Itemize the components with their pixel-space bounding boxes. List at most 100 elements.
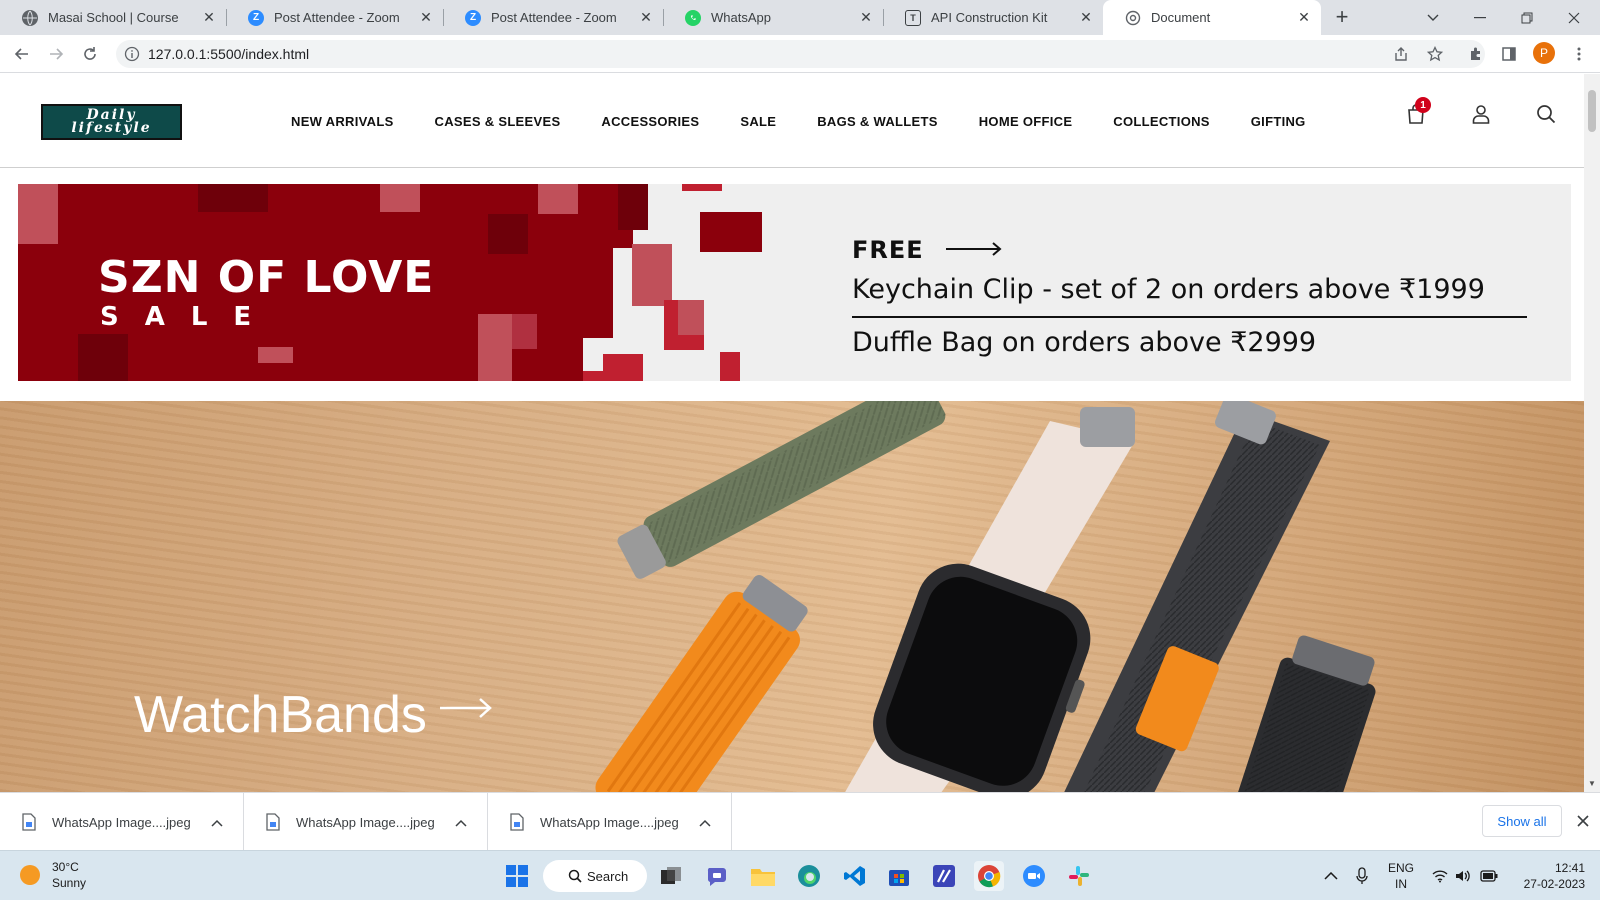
nav-sale[interactable]: SALE — [740, 114, 776, 129]
file-icon — [266, 813, 280, 831]
browser-tab-active[interactable]: Document ✕ — [1103, 0, 1321, 35]
side-panel-icon[interactable] — [1497, 42, 1521, 66]
show-all-downloads-button[interactable]: Show all — [1482, 805, 1562, 837]
globe-icon — [22, 9, 38, 26]
nav-new-arrivals[interactable]: NEW ARRIVALS — [291, 114, 394, 129]
hero-banner[interactable]: WatchBands — [0, 401, 1584, 792]
tab-close-icon[interactable]: ✕ — [1079, 10, 1093, 24]
windows-start-icon[interactable] — [502, 861, 532, 891]
decor-block — [512, 314, 537, 349]
tab-search-icon[interactable] — [1410, 0, 1456, 35]
chevron-up-icon[interactable] — [693, 815, 717, 830]
microsoft-store-icon[interactable] — [884, 861, 914, 891]
nav-collections[interactable]: COLLECTIONS — [1113, 114, 1209, 129]
new-tab-button[interactable]: + — [1330, 6, 1354, 30]
extensions-icon[interactable] — [1464, 42, 1488, 66]
arrow-right-icon[interactable] — [440, 697, 494, 719]
vscode-icon[interactable] — [840, 861, 870, 891]
nav-accessories[interactable]: ACCESSORIES — [601, 114, 699, 129]
whiteboard-app-icon[interactable] — [929, 861, 959, 891]
language-indicator[interactable]: ENG IN — [1388, 860, 1414, 892]
decor-block — [682, 184, 722, 191]
back-button[interactable] — [10, 42, 34, 66]
wifi-icon[interactable] — [1432, 851, 1448, 900]
tab-close-icon[interactable]: ✕ — [202, 10, 216, 24]
battery-icon[interactable] — [1480, 851, 1498, 900]
tab-close-icon[interactable]: ✕ — [639, 10, 653, 24]
microphone-icon[interactable] — [1356, 851, 1368, 900]
weather-widget[interactable]: 30°C Sunny — [20, 859, 86, 891]
sun-icon — [20, 865, 40, 885]
scroll-down-icon[interactable]: ▼ — [1588, 779, 1596, 788]
decor-block — [658, 244, 672, 274]
chevron-up-icon[interactable] — [449, 815, 473, 830]
tab-close-icon[interactable]: ✕ — [1297, 10, 1311, 24]
tab-title: Post Attendee - Zoom — [491, 10, 617, 25]
nav-bags-wallets[interactable]: BAGS & WALLETS — [817, 114, 937, 129]
decor-block — [618, 184, 648, 230]
minimize-button[interactable] — [1457, 0, 1503, 35]
weather-temp: 30°C — [52, 860, 79, 874]
promo-banner[interactable]: SZN OF LOVE SALE FREE Keychain Clip - se… — [18, 184, 1571, 381]
tab-close-icon[interactable]: ✕ — [419, 10, 433, 24]
reload-button[interactable] — [78, 42, 102, 66]
promo-subtitle: SALE — [100, 302, 278, 332]
address-bar[interactable]: 127.0.0.1:5500/index.html — [116, 40, 1485, 68]
nav-gifting[interactable]: GIFTING — [1251, 114, 1306, 129]
forward-button[interactable] — [44, 42, 68, 66]
clock-date: 27-02-2023 — [1523, 877, 1585, 891]
page-scrollbar[interactable]: ▼ — [1584, 74, 1600, 792]
decor-block — [18, 184, 58, 244]
browser-tab[interactable]: Z Post Attendee - Zoom ✕ — [443, 0, 663, 35]
site-logo[interactable]: Daily lifestyle — [41, 104, 182, 140]
chrome-icon[interactable] — [974, 861, 1004, 891]
decor-block — [198, 184, 268, 212]
account-icon[interactable] — [1469, 102, 1493, 126]
decor-block — [478, 314, 512, 381]
bookmark-star-icon[interactable] — [1423, 42, 1447, 66]
volume-icon[interactable] — [1455, 851, 1471, 900]
tab-close-icon[interactable]: ✕ — [859, 10, 873, 24]
info-icon[interactable] — [124, 46, 140, 62]
file-explorer-icon[interactable] — [748, 861, 778, 891]
globe-icon — [1125, 10, 1141, 26]
tab-title: Masai School | Course — [48, 10, 179, 25]
zoom-app-icon[interactable] — [1019, 861, 1049, 891]
decor-block — [583, 248, 613, 338]
edge-browser-icon[interactable] — [794, 861, 824, 891]
tray-overflow-icon[interactable] — [1324, 851, 1338, 900]
restore-button[interactable] — [1504, 0, 1550, 35]
browser-tab[interactable]: Masai School | Course ✕ — [0, 0, 226, 35]
close-download-shelf-icon[interactable] — [1572, 810, 1594, 832]
download-item[interactable]: WhatsApp Image....jpeg — [488, 793, 732, 851]
task-view-icon[interactable] — [656, 861, 686, 891]
zoom-icon: Z — [248, 9, 264, 26]
browser-tab[interactable]: WhatsApp ✕ — [663, 0, 883, 35]
green-band — [617, 401, 947, 579]
browser-tab[interactable]: Z Post Attendee - Zoom ✕ — [226, 0, 443, 35]
menu-kebab-icon[interactable] — [1567, 42, 1591, 66]
slack-icon[interactable] — [1064, 861, 1094, 891]
download-item[interactable]: WhatsApp Image....jpeg — [244, 793, 488, 851]
teams-chat-icon[interactable] — [703, 861, 733, 891]
decor-block — [700, 212, 762, 252]
scrollbar-thumb[interactable] — [1588, 90, 1596, 132]
browser-tab[interactable]: T API Construction Kit ✕ — [883, 0, 1103, 35]
page-viewport: Daily lifestyle NEW ARRIVALS CASES & SLE… — [0, 74, 1584, 792]
tab-title: Post Attendee - Zoom — [274, 10, 400, 25]
search-icon[interactable] — [1534, 102, 1558, 126]
system-clock[interactable]: 12:41 27-02-2023 — [1510, 860, 1585, 892]
share-icon[interactable] — [1389, 42, 1413, 66]
promo-divider — [852, 316, 1527, 318]
chevron-up-icon[interactable] — [205, 815, 229, 830]
tab-title: API Construction Kit — [931, 10, 1048, 25]
taskbar-search-label: Search — [587, 868, 629, 884]
clock-time: 12:41 — [1554, 861, 1585, 875]
close-window-button[interactable] — [1551, 0, 1597, 35]
taskbar-search[interactable]: Search — [543, 860, 647, 892]
download-filename: WhatsApp Image....jpeg — [540, 814, 679, 830]
download-item[interactable]: WhatsApp Image....jpeg — [0, 793, 244, 851]
nav-home-office[interactable]: HOME OFFICE — [979, 114, 1073, 129]
profile-avatar[interactable]: P — [1533, 42, 1555, 64]
nav-cases-sleeves[interactable]: CASES & SLEEVES — [435, 114, 561, 129]
